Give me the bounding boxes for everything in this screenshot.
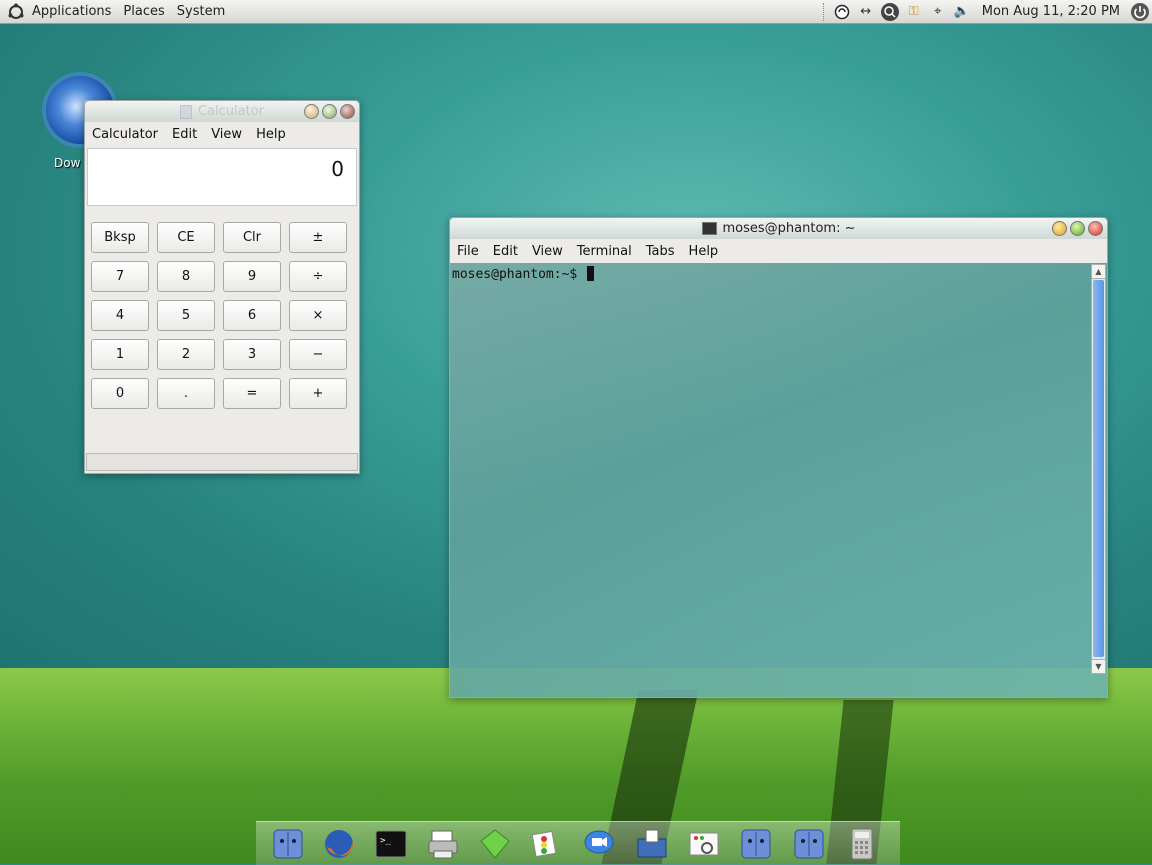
calculator-keypad: Bksp CE Clr ±7 8 9 ÷ 4 5 6 × 1 2 3− 0. = + — [91, 222, 347, 409]
menu-applications[interactable]: Applications — [26, 4, 117, 19]
terminal-title: moses@phantom: ~ — [722, 221, 856, 236]
calculator-window: Calculator Calculator Edit View Help 0 B… — [84, 100, 360, 474]
menu-edit[interactable]: Edit — [486, 244, 525, 259]
calc-key-11[interactable]: × — [289, 300, 347, 331]
menu-view[interactable]: View — [204, 127, 249, 142]
scrollbar-thumb[interactable] — [1093, 280, 1104, 657]
menu-system[interactable]: System — [171, 4, 231, 19]
terminal-prompt: moses@phantom:~$ — [452, 266, 595, 282]
calculator-title-icon — [179, 104, 192, 119]
terminal-cursor — [587, 266, 595, 281]
panel-clock[interactable]: Mon Aug 11, 2:20 PM — [974, 4, 1128, 19]
firefox-icon[interactable] — [319, 825, 359, 863]
calculator-titlebar[interactable]: Calculator — [84, 100, 360, 122]
calc-key-10[interactable]: 6 — [223, 300, 281, 331]
minimize-button[interactable] — [304, 104, 319, 119]
terminal-title-icon — [701, 222, 717, 235]
terminal-output[interactable]: moses@phantom:~$ ▲ ▼ — [449, 263, 1108, 698]
bottom-dock: >_ — [256, 821, 900, 865]
menu-edit[interactable]: Edit — [165, 127, 204, 142]
chat-icon[interactable] — [579, 825, 619, 863]
calc-key-2[interactable]: Clr — [223, 222, 281, 253]
maximize-button[interactable] — [322, 104, 337, 119]
calc-key-12[interactable]: 1 — [91, 339, 149, 370]
maximize-button[interactable] — [1070, 221, 1085, 236]
close-button[interactable] — [1088, 221, 1103, 236]
volume-icon[interactable]: 🔈 — [952, 2, 972, 22]
calculator-title: Calculator — [197, 104, 264, 119]
calc-key-13[interactable]: 2 — [157, 339, 215, 370]
gem-icon[interactable] — [475, 825, 515, 863]
menu-places[interactable]: Places — [117, 4, 170, 19]
calculator-body: 0 Bksp CE Clr ±7 8 9 ÷ 4 5 6 × 1 2 3− 0. = + — [84, 146, 360, 474]
calc-key-15[interactable]: − — [289, 339, 347, 370]
calculator-display: 0 — [87, 148, 357, 206]
calc-key-4[interactable]: 7 — [91, 261, 149, 292]
terminal-menubar: File Edit View Terminal Tabs Help — [449, 239, 1108, 263]
screen-icon[interactable] — [632, 825, 672, 863]
calc-key-0[interactable]: Bksp — [91, 222, 149, 253]
minimize-button[interactable] — [1052, 221, 1067, 236]
calculator-statusbar — [86, 453, 358, 471]
menu-help[interactable]: Help — [249, 127, 293, 142]
ubuntu-logo-icon[interactable] — [6, 2, 26, 22]
menu-view[interactable]: View — [525, 244, 570, 259]
screenshot-icon[interactable] — [684, 825, 724, 863]
calc-key-8[interactable]: 4 — [91, 300, 149, 331]
calc-key-7[interactable]: ÷ — [289, 261, 347, 292]
svg-text:>_: >_ — [380, 836, 391, 846]
scroll-up-arrow-icon[interactable]: ▲ — [1092, 265, 1105, 279]
tray-separator — [822, 2, 826, 21]
menu-help[interactable]: Help — [682, 244, 726, 259]
calc-key-1[interactable]: CE — [157, 222, 215, 253]
network-icon[interactable]: ↔ — [856, 2, 876, 22]
terminal-window: moses@phantom: ~ File Edit View Terminal… — [449, 217, 1108, 698]
calc-key-16[interactable]: 0 — [91, 378, 149, 409]
calc-key-3[interactable]: ± — [289, 222, 347, 253]
terminal-icon[interactable]: >_ — [371, 825, 411, 863]
finder-icon[interactable] — [268, 825, 308, 863]
prompt-text: moses@phantom:~$ — [452, 267, 586, 282]
keys-icon[interactable]: ⚿ — [904, 2, 924, 22]
calc-key-19[interactable]: + — [289, 378, 347, 409]
crosshair-icon[interactable]: ⌖ — [928, 2, 948, 22]
menu-terminal[interactable]: Terminal — [570, 244, 639, 259]
menu-tabs[interactable]: Tabs — [639, 244, 682, 259]
calc-key-9[interactable]: 5 — [157, 300, 215, 331]
calculator-icon[interactable] — [842, 825, 882, 863]
calc-key-17[interactable]: . — [157, 378, 215, 409]
scroll-down-arrow-icon[interactable]: ▼ — [1092, 659, 1105, 673]
printer-icon[interactable] — [423, 825, 463, 863]
menu-calculator[interactable]: Calculator — [85, 127, 165, 142]
search-icon[interactable] — [880, 2, 900, 22]
finder-icon[interactable] — [736, 825, 776, 863]
calc-key-5[interactable]: 8 — [157, 261, 215, 292]
menu-file[interactable]: File — [450, 244, 486, 259]
terminal-scrollbar[interactable]: ▲ ▼ — [1091, 264, 1106, 674]
mail-stamps-icon[interactable] — [527, 825, 567, 863]
calculator-menubar: Calculator Edit View Help — [84, 122, 360, 146]
system-tray: ↔ ⚿ ⌖ 🔈 Mon Aug 11, 2:20 PM — [819, 0, 1152, 23]
power-icon[interactable] — [1130, 2, 1150, 22]
terminal-titlebar[interactable]: moses@phantom: ~ — [449, 217, 1108, 239]
calc-key-14[interactable]: 3 — [223, 339, 281, 370]
calc-key-18[interactable]: = — [223, 378, 281, 409]
desktop-icon-label: Dow — [54, 156, 81, 170]
calc-key-6[interactable]: 9 — [223, 261, 281, 292]
finder-icon[interactable] — [789, 825, 829, 863]
update-icon[interactable] — [832, 2, 852, 22]
close-button[interactable] — [340, 104, 355, 119]
top-panel: Applications Places System ↔ ⚿ ⌖ 🔈 Mon A… — [0, 0, 1152, 24]
